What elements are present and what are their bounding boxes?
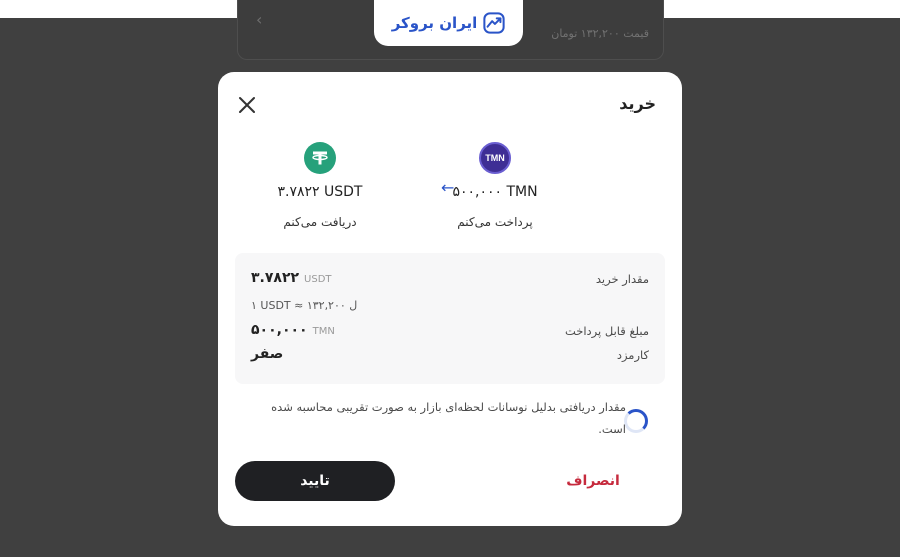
approximate-notice: مقدار دریافتی بدلیل نوسانات لحظه‌ای بازا…: [271, 400, 626, 436]
confirm-button[interactable]: تایید: [235, 461, 395, 501]
tmn-coin-icon: TMN: [479, 142, 511, 174]
fee-amount: صفر: [251, 346, 283, 362]
fee-value: صفر: [251, 346, 284, 362]
loading-spinner-icon: [624, 409, 648, 433]
order-summary: مقدار خرید ۳.۷۸۲۲ USDT ۱ USDT ≈ ۱۳۲,۲۰۰ …: [235, 253, 665, 384]
buy-modal: خرید TMN ۵۰۰,۰۰۰ TMN پرداخت می‌کنم ← ۳.۷…: [218, 72, 682, 526]
payable-amount: ۵۰۰,۰۰۰ TMN: [251, 322, 335, 338]
close-icon[interactable]: [236, 94, 258, 116]
receive-label: دریافت می‌کنم: [283, 215, 357, 229]
fee-label: کارمزد: [616, 348, 649, 362]
receive-amount: ۳.۷۸۲۲ USDT: [277, 184, 363, 200]
chevron-left-icon: ‹: [256, 10, 263, 29]
purchase-amount-unit: USDT: [304, 274, 332, 285]
modal-title: خرید: [619, 94, 656, 113]
exchange-rate: ۱ USDT ≈ ۱۳۲,۲۰۰ ﻝ: [251, 299, 358, 312]
payable-label: مبلغ قابل پرداخت: [564, 324, 649, 338]
background-price-text: قیمت ۱۳۲,۲۰۰ تومان: [551, 27, 649, 40]
pay-side: TMN ۵۰۰,۰۰۰ TMN پرداخت می‌کنم: [410, 142, 580, 229]
pay-label: پرداخت می‌کنم: [457, 215, 533, 229]
cancel-button[interactable]: انصراف: [548, 469, 638, 493]
arrow-left-icon: ←: [441, 178, 455, 197]
pay-amount: ۵۰۰,۰۰۰ TMN: [452, 184, 538, 200]
tether-icon: [304, 142, 336, 174]
trend-chart-icon: [483, 12, 505, 34]
purchase-amount-value: ۳.۷۸۲۲: [251, 270, 300, 286]
purchase-amount: ۳.۷۸۲۲ USDT: [251, 270, 332, 286]
receive-side: ۳.۷۸۲۲ USDT دریافت می‌کنم: [235, 142, 405, 229]
payable-value: ۵۰۰,۰۰۰: [251, 322, 308, 338]
purchase-amount-label: مقدار خرید: [595, 272, 649, 286]
brand-logo: ایران بروکر: [374, 0, 523, 46]
brand-name: ایران بروکر: [391, 14, 478, 32]
payable-unit: TMN: [312, 326, 335, 337]
